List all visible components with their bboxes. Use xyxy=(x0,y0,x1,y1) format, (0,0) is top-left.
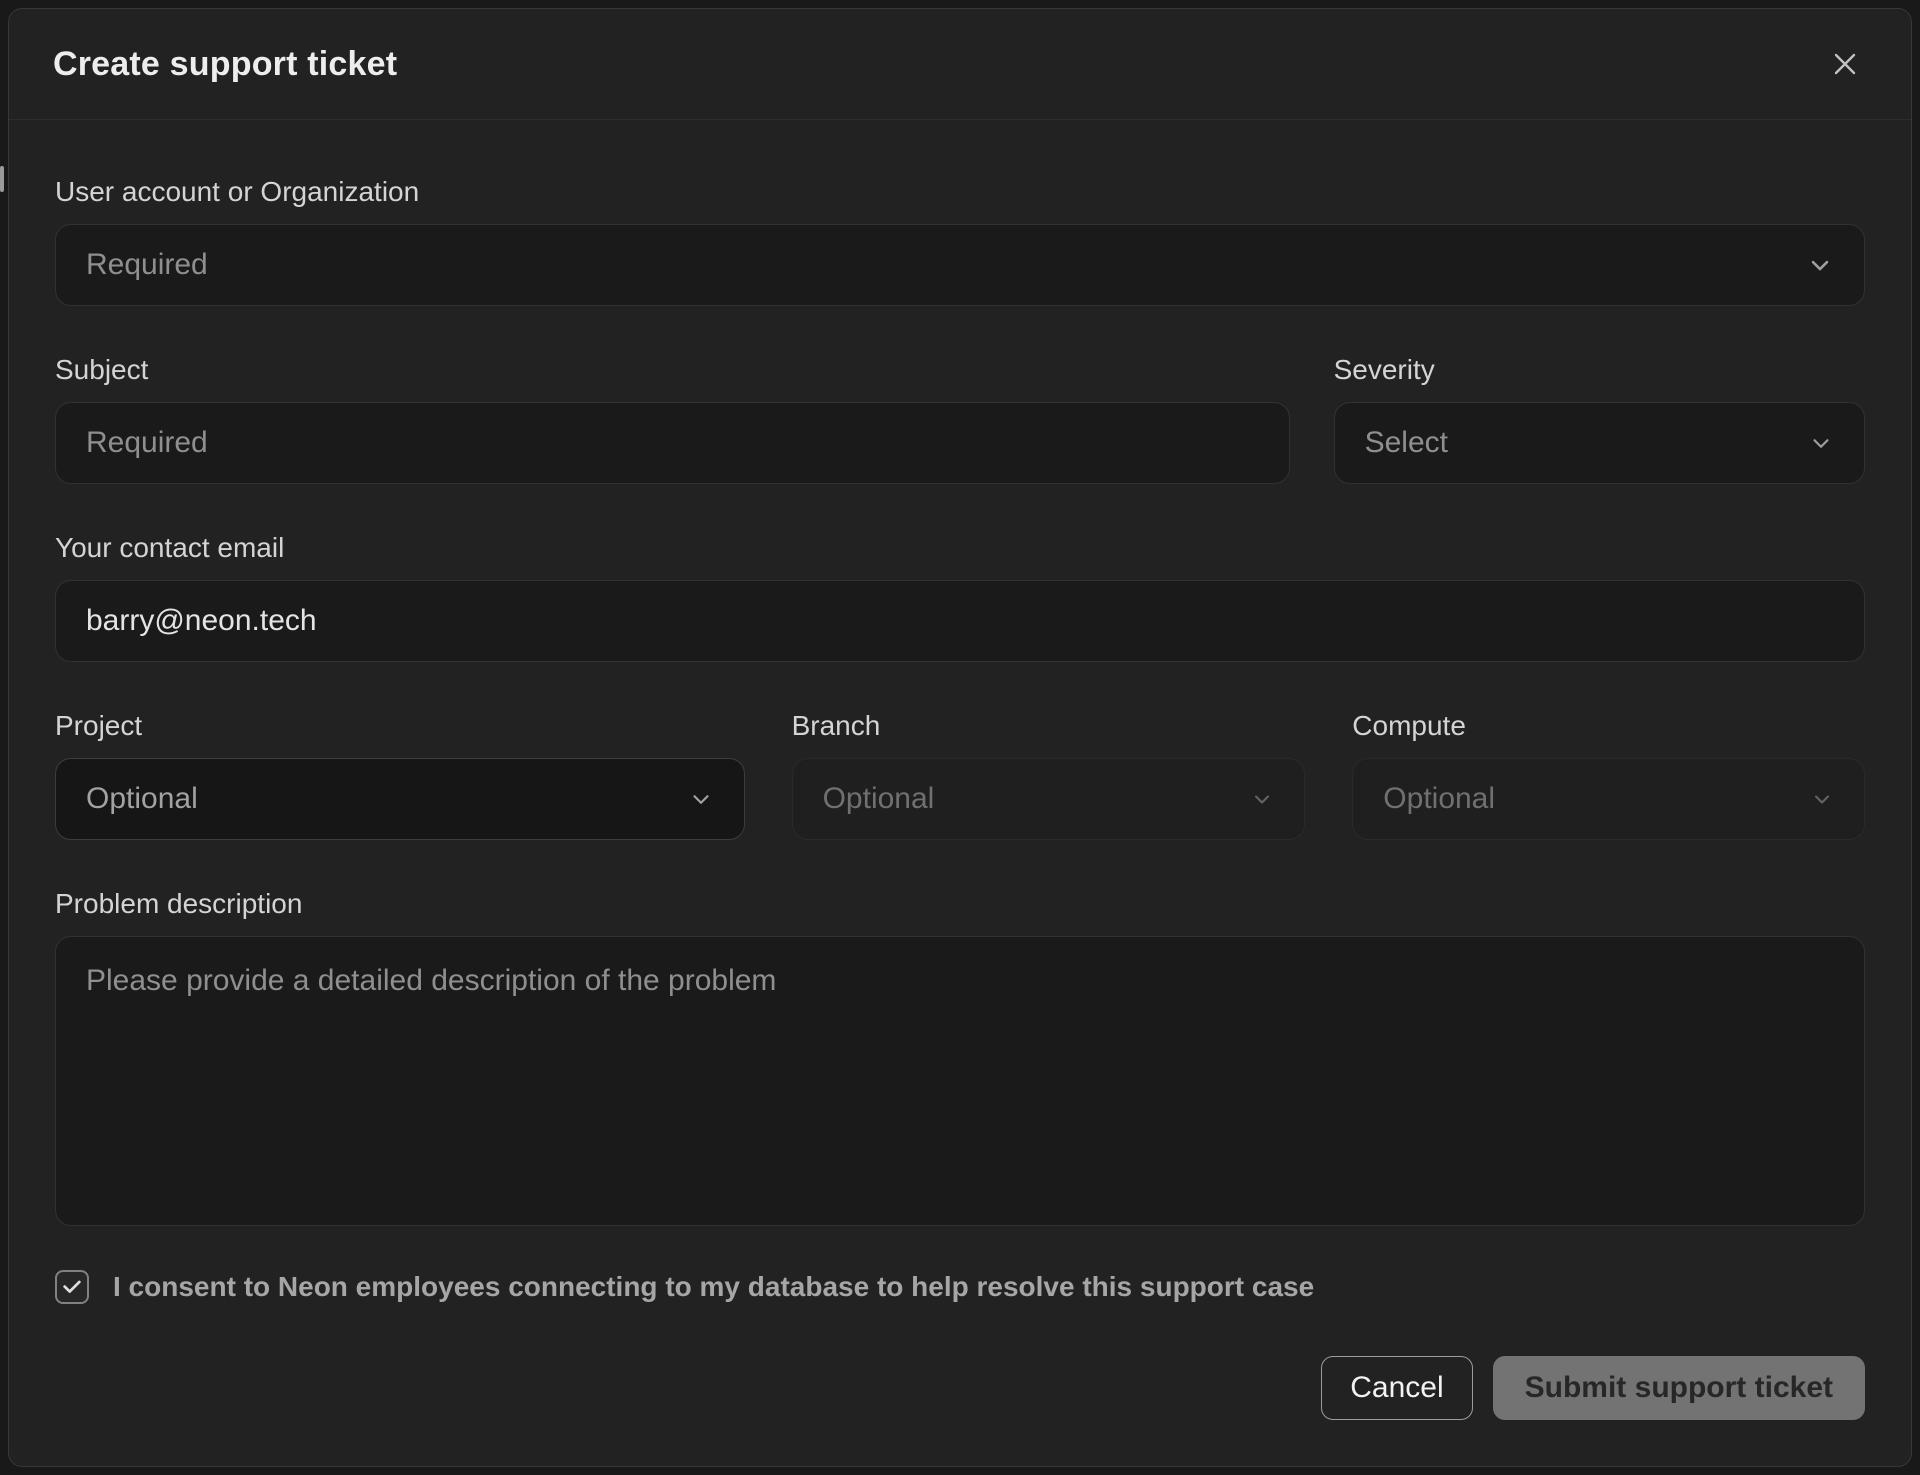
dialog-header: Create support ticket xyxy=(9,9,1911,120)
consent-checkbox[interactable] xyxy=(55,1270,89,1304)
project-select-value: Optional xyxy=(86,782,198,816)
project-select[interactable]: Optional xyxy=(55,758,745,840)
account-select[interactable]: Required xyxy=(55,224,1865,306)
branch-select-value: Optional xyxy=(823,782,935,816)
compute-select[interactable]: Optional xyxy=(1352,758,1865,840)
check-icon xyxy=(61,1276,83,1298)
severity-select[interactable]: Select xyxy=(1334,402,1865,484)
background-scrollbar-thumb xyxy=(0,166,4,192)
subject-label: Subject xyxy=(55,354,1290,386)
description-label: Problem description xyxy=(55,888,1865,920)
contact-email-input[interactable] xyxy=(55,580,1865,662)
cancel-button[interactable]: Cancel xyxy=(1321,1356,1472,1420)
branch-label: Branch xyxy=(792,710,1306,742)
dialog-body: User account or Organization Required Su… xyxy=(9,120,1911,1460)
email-label: Your contact email xyxy=(55,532,1865,564)
consent-label: I consent to Neon employees connecting t… xyxy=(113,1271,1314,1303)
submit-support-ticket-button[interactable]: Submit support ticket xyxy=(1493,1356,1865,1420)
severity-label: Severity xyxy=(1334,354,1865,386)
dialog-title: Create support ticket xyxy=(53,45,397,84)
chevron-down-icon xyxy=(1810,787,1834,811)
account-select-value: Required xyxy=(86,248,208,282)
problem-description-textarea[interactable] xyxy=(55,936,1865,1226)
compute-label: Compute xyxy=(1352,710,1865,742)
chevron-down-icon xyxy=(1250,787,1274,811)
compute-select-value: Optional xyxy=(1383,782,1495,816)
close-button[interactable] xyxy=(1823,42,1867,86)
subject-input[interactable] xyxy=(55,402,1290,484)
close-icon xyxy=(1828,47,1862,81)
chevron-down-icon xyxy=(688,786,714,812)
project-label: Project xyxy=(55,710,745,742)
create-support-ticket-dialog: Create support ticket User account or Or… xyxy=(8,8,1912,1467)
account-label: User account or Organization xyxy=(55,176,1865,208)
branch-select[interactable]: Optional xyxy=(792,758,1306,840)
severity-select-value: Select xyxy=(1365,426,1448,460)
chevron-down-icon xyxy=(1806,251,1834,279)
chevron-down-icon xyxy=(1808,430,1834,456)
